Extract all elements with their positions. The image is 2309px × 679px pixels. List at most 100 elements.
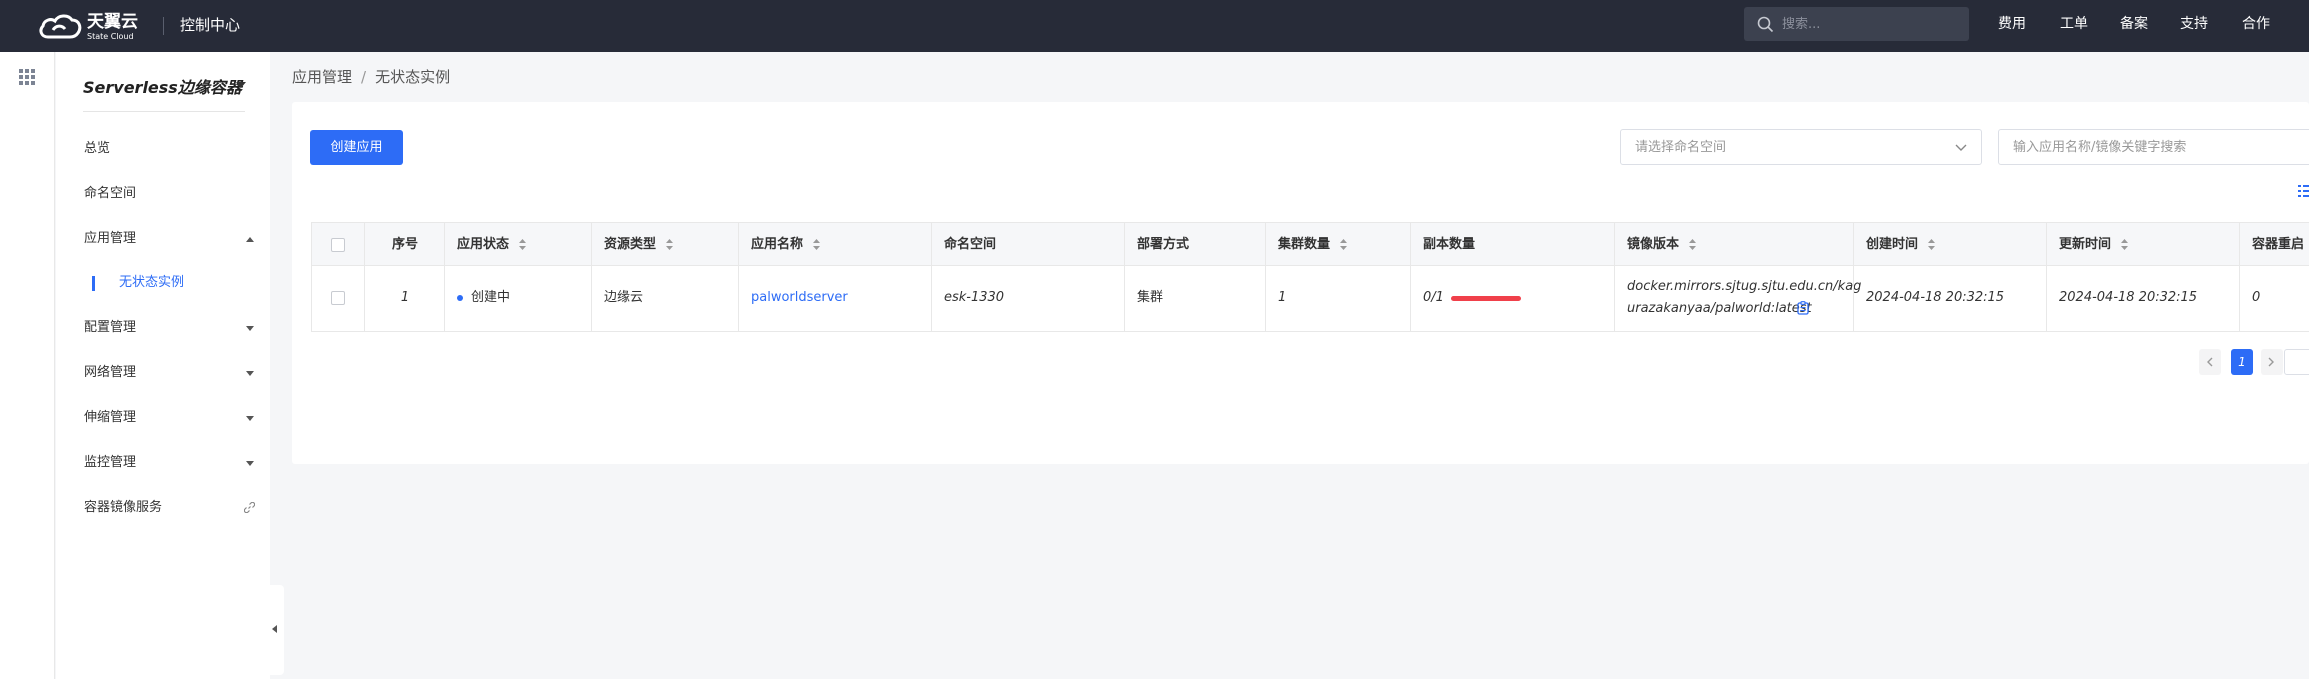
image-version-line-2: urazakanyaa/palworld:latest bbox=[1627, 301, 1812, 316]
caret-down-icon[interactable] bbox=[246, 326, 254, 331]
chevron-down-icon bbox=[1955, 144, 1967, 151]
row-checkbox[interactable] bbox=[331, 291, 345, 305]
logo-text: 天翼云 bbox=[87, 12, 138, 32]
global-search[interactable] bbox=[1744, 7, 1969, 41]
header-cell-deploy-mode: 部署方式 bbox=[1124, 223, 1265, 265]
sidebar-collapse-toggle[interactable] bbox=[266, 585, 284, 675]
header-index: 序号 bbox=[391, 237, 418, 252]
caret-down-icon[interactable] bbox=[246, 461, 254, 466]
namespace-select-placeholder: 请选择命名空间 bbox=[1635, 140, 1727, 155]
row-cell-updated-at: 2024-04-18 20:32:15 bbox=[2046, 266, 2239, 331]
sort-icon[interactable] bbox=[519, 239, 526, 250]
breadcrumb-separator: / bbox=[361, 68, 367, 86]
active-indicator bbox=[92, 276, 95, 291]
create-app-button[interactable]: 创建应用 bbox=[310, 130, 403, 165]
sidebar-item-app-management[interactable]: 应用管理 bbox=[84, 229, 136, 249]
header-cell-app-name[interactable]: 应用名称 bbox=[738, 223, 931, 265]
prev-page-button[interactable] bbox=[2199, 349, 2221, 375]
row-cell-cluster-count: 1 bbox=[1265, 266, 1410, 331]
nav-billing[interactable]: 费用 bbox=[1998, 14, 2026, 34]
header-cell-select bbox=[311, 223, 364, 265]
table-header: 序号 应用状态 资源类型 应用名称 命名空间 部署方式 集群数量 副本数量 镜像… bbox=[311, 222, 2309, 266]
status-dot bbox=[457, 295, 463, 301]
tianyi-cloud-logo[interactable]: 天翼云 State Cloud bbox=[38, 11, 144, 41]
header-cell-updated-at[interactable]: 更新时间 bbox=[2046, 223, 2239, 265]
header-cell-restarts: 容器重启 bbox=[2239, 223, 2309, 265]
global-search-input[interactable] bbox=[1780, 7, 1960, 41]
sort-icon[interactable] bbox=[1340, 239, 1347, 250]
sidebar-item-monitoring-management[interactable]: 监控管理 bbox=[84, 453, 136, 473]
replica-progress-bar bbox=[1451, 296, 1521, 301]
logo-subtext: State Cloud bbox=[87, 32, 134, 41]
sidebar-item-container-registry[interactable]: 容器镜像服务 bbox=[84, 498, 162, 518]
search-icon bbox=[1757, 16, 1774, 33]
row-replicas: 0/1 bbox=[1423, 290, 1444, 305]
sort-icon[interactable] bbox=[813, 239, 820, 250]
header-cell-created-at[interactable]: 创建时间 bbox=[1853, 223, 2046, 265]
topbar-divider bbox=[163, 17, 164, 35]
nav-partner[interactable]: 合作 bbox=[2242, 14, 2270, 34]
header-replicas: 副本数量 bbox=[1423, 237, 1476, 252]
cloud-logo-icon bbox=[39, 14, 82, 39]
sidebar-item-stateless-instances[interactable]: 无状态实例 bbox=[119, 273, 184, 293]
next-page-button[interactable] bbox=[2261, 349, 2283, 375]
row-cell-restarts: 0 bbox=[2239, 266, 2309, 331]
header-cell-index: 序号 bbox=[364, 223, 444, 265]
breadcrumb: 应用管理 / 无状态实例 bbox=[292, 66, 450, 88]
row-deploy-mode: 集群 bbox=[1137, 290, 1164, 305]
sidebar-item-network-management[interactable]: 网络管理 bbox=[84, 363, 136, 383]
sort-icon[interactable] bbox=[666, 239, 673, 250]
top-bar: 天翼云 State Cloud 控制中心 费用 工单 备案 支持 合作 bbox=[0, 0, 2309, 52]
sidebar-item-scaling-management[interactable]: 伸缩管理 bbox=[84, 408, 136, 428]
column-settings-icon[interactable] bbox=[2298, 184, 2309, 198]
row-cell-image-version: docker.mirrors.sjtug.sjtu.edu.cn/kag ura… bbox=[1614, 266, 1861, 331]
select-all-checkbox[interactable] bbox=[331, 238, 345, 252]
row-updated-at: 2024-04-18 20:32:15 bbox=[2059, 290, 2198, 305]
row-cell-resource-type: 边缘云 bbox=[591, 266, 738, 331]
console-title[interactable]: 控制中心 bbox=[180, 14, 240, 36]
header-restarts: 容器重启 bbox=[2252, 237, 2305, 252]
external-link-icon[interactable] bbox=[244, 502, 255, 513]
sidebar-item-overview[interactable]: 总览 bbox=[84, 139, 110, 159]
row-cell-status: 创建中 bbox=[444, 266, 591, 331]
row-created-at: 2024-04-18 20:32:15 bbox=[1866, 290, 2005, 305]
product-title[interactable]: Serverless边缘容器 bbox=[83, 74, 242, 98]
apps-grid-icon[interactable] bbox=[19, 69, 35, 85]
header-cluster-count: 集群数量 bbox=[1278, 237, 1331, 252]
caret-down-icon[interactable] bbox=[246, 416, 254, 421]
row-status: 创建中 bbox=[471, 290, 511, 305]
sidebar-item-config-management[interactable]: 配置管理 bbox=[84, 318, 136, 338]
breadcrumb-parent[interactable]: 应用管理 bbox=[292, 68, 352, 86]
app-name-link[interactable]: palworldserver bbox=[751, 289, 848, 307]
nav-ticket[interactable]: 工单 bbox=[2060, 14, 2088, 34]
namespace-select[interactable]: 请选择命名空间 bbox=[1620, 129, 1982, 165]
sort-icon[interactable] bbox=[1689, 239, 1696, 250]
row-cell-index: 1 bbox=[364, 266, 444, 331]
row-cell-replicas: 0/1 bbox=[1410, 266, 1614, 331]
table-row[interactable]: 1 创建中 边缘云 palworldserver esk-1330 集群 1 0… bbox=[311, 266, 2309, 332]
page-number-current[interactable]: 1 bbox=[2231, 349, 2253, 375]
nav-filing[interactable]: 备案 bbox=[2120, 14, 2148, 34]
keyword-search-input[interactable] bbox=[1998, 129, 2309, 165]
nav-support[interactable]: 支持 bbox=[2180, 14, 2208, 34]
header-cell-status[interactable]: 应用状态 bbox=[444, 223, 591, 265]
row-cluster-count: 1 bbox=[1278, 290, 1287, 305]
sort-icon[interactable] bbox=[2121, 239, 2128, 250]
row-cell-namespace: esk-1330 bbox=[931, 266, 1124, 331]
page-jump-input[interactable] bbox=[2284, 349, 2309, 375]
sidebar: Serverless边缘容器 总览 命名空间 应用管理 无状态实例 配置管理 网… bbox=[56, 52, 270, 679]
caret-down-icon[interactable] bbox=[246, 371, 254, 376]
chevron-left-icon bbox=[2207, 357, 2213, 367]
caret-up-icon[interactable] bbox=[246, 237, 254, 242]
header-image-version: 镜像版本 bbox=[1627, 237, 1680, 252]
header-updated-at: 更新时间 bbox=[2059, 237, 2112, 252]
header-cell-namespace: 命名空间 bbox=[931, 223, 1124, 265]
row-cell-created-at: 2024-04-18 20:32:15 bbox=[1853, 266, 2046, 331]
header-cell-cluster-count[interactable]: 集群数量 bbox=[1265, 223, 1410, 265]
caret-down-icon[interactable] bbox=[236, 82, 246, 88]
sort-icon[interactable] bbox=[1928, 239, 1935, 250]
copy-icon[interactable] bbox=[1797, 301, 1809, 315]
sidebar-item-namespace[interactable]: 命名空间 bbox=[84, 184, 136, 204]
header-cell-image-version[interactable]: 镜像版本 bbox=[1614, 223, 1853, 265]
header-cell-resource-type[interactable]: 资源类型 bbox=[591, 223, 738, 265]
